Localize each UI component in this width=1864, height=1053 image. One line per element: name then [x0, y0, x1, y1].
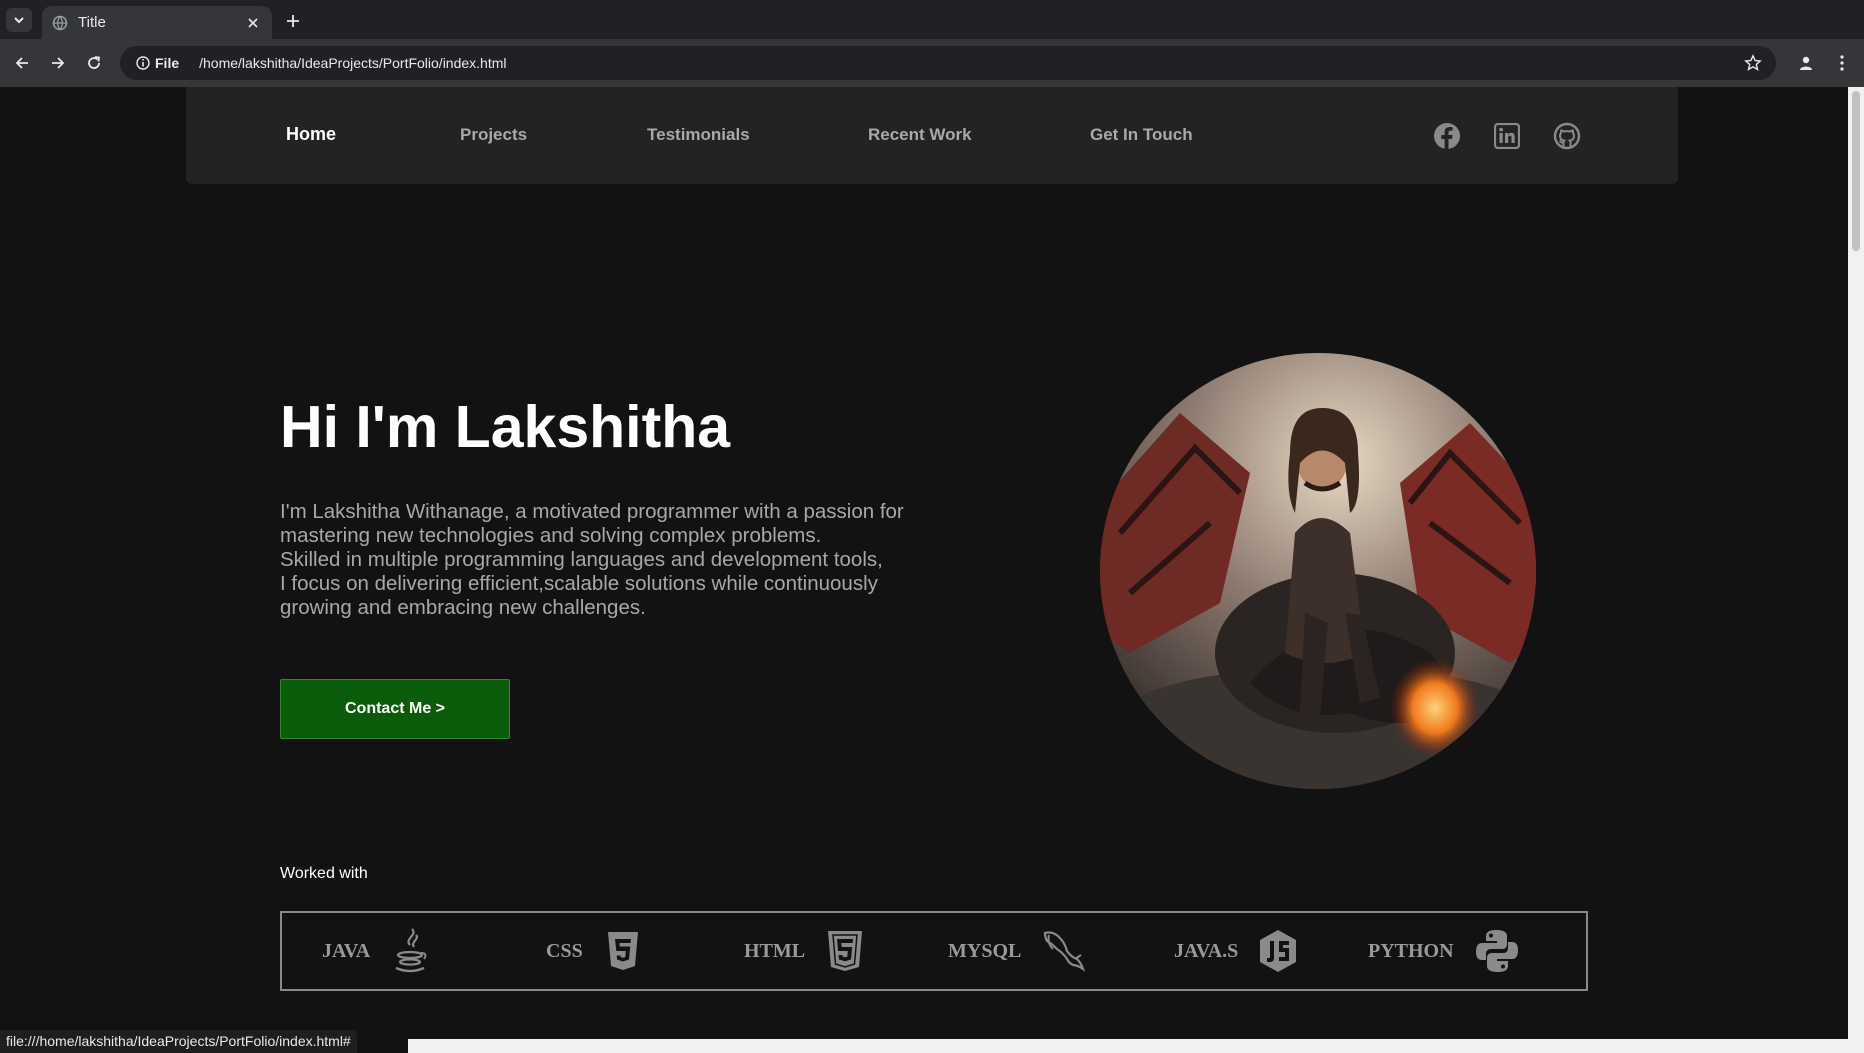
- site-navbar: Home Projects Testimonials Recent Work G…: [186, 87, 1678, 184]
- java-icon: [390, 928, 430, 974]
- browser-toolbar: File /home/lakshitha/IdeaProjects/PortFo…: [0, 39, 1864, 87]
- site-info-label: File: [155, 55, 180, 71]
- nav-link-get-in-touch[interactable]: Get In Touch: [1090, 125, 1193, 145]
- status-bar-url: file:///home/lakshitha/IdeaProjects/Port…: [0, 1030, 357, 1053]
- nav-link-testimonials[interactable]: Testimonials: [647, 125, 750, 145]
- skill-item: MYSQL: [948, 913, 1087, 989]
- plus-icon: [287, 15, 299, 27]
- hero-description: I'm Lakshitha Withanage, a motivated pro…: [280, 500, 960, 620]
- tab-title: Title: [78, 14, 106, 31]
- url-text[interactable]: /home/lakshitha/IdeaProjects/PortFolio/i…: [199, 55, 506, 71]
- vertical-scrollbar[interactable]: [1848, 87, 1864, 1053]
- mysql-dolphin-icon: [1041, 928, 1087, 974]
- linkedin-icon[interactable]: [1492, 121, 1522, 151]
- github-icon[interactable]: [1552, 121, 1582, 151]
- profile-button[interactable]: [1794, 51, 1818, 75]
- hero-description-line: growing and embracing new challenges.: [280, 596, 646, 619]
- reload-button[interactable]: [82, 51, 106, 75]
- arrow-left-icon: [15, 57, 28, 69]
- worked-with-label: Worked with: [280, 865, 368, 882]
- skill-label: MYSQL: [948, 939, 1022, 962]
- person-icon: [1800, 56, 1812, 70]
- contact-me-button[interactable]: Contact Me >: [280, 679, 510, 739]
- html5-icon: [825, 928, 865, 974]
- javascript-icon: [1258, 928, 1298, 974]
- nav-link-recent-work[interactable]: Recent Work: [868, 125, 972, 145]
- skill-label: HTML: [744, 939, 806, 962]
- skill-item: CSS: [546, 913, 643, 989]
- browser-tab[interactable]: Title: [42, 6, 272, 39]
- profile-portrait-image: [1100, 353, 1536, 789]
- reload-icon: [88, 56, 101, 69]
- skill-label: CSS: [546, 939, 583, 962]
- scrollbar-thumb[interactable]: [1852, 91, 1860, 251]
- chevron-down-icon: [14, 17, 24, 24]
- skill-label: JAVA.S: [1174, 939, 1239, 962]
- globe-icon: [52, 15, 68, 31]
- hero-description-line: I focus on delivering efficient,scalable…: [280, 572, 878, 595]
- site-info-button[interactable]: File: [130, 50, 185, 76]
- browser-tab-strip: Title: [0, 0, 1864, 39]
- skill-label: JAVA: [322, 939, 371, 962]
- css3-icon: [603, 928, 643, 974]
- nav-link-home[interactable]: Home: [286, 124, 336, 145]
- skill-label: PYTHON: [1368, 939, 1454, 962]
- address-bar[interactable]: File /home/lakshitha/IdeaProjects/PortFo…: [120, 46, 1776, 80]
- hero-description-line: mastering new technologies and solving c…: [280, 524, 822, 547]
- back-button[interactable]: [10, 51, 34, 75]
- page-viewport: Home Projects Testimonials Recent Work G…: [0, 87, 1848, 1053]
- horizontal-scrollbar[interactable]: [408, 1039, 1848, 1053]
- skill-item: JAVA: [322, 913, 430, 989]
- new-tab-button[interactable]: [281, 9, 305, 33]
- bookmark-star-icon[interactable]: [1744, 54, 1762, 72]
- info-icon: [136, 56, 150, 70]
- hero-description-line: I'm Lakshitha Withanage, a motivated pro…: [280, 500, 904, 523]
- hero-title: Hi I'm Lakshitha: [280, 394, 731, 460]
- arrow-right-icon: [52, 57, 65, 69]
- skills-strip: JAVA CSS HTML MYSQL JAVA.S PYTHON: [280, 911, 1588, 991]
- nav-link-projects[interactable]: Projects: [460, 125, 527, 145]
- forward-button[interactable]: [46, 51, 70, 75]
- hero-description-line: Skilled in multiple programming language…: [280, 548, 883, 571]
- skill-item: HTML: [744, 913, 865, 989]
- skill-item: JAVA.S: [1174, 913, 1298, 989]
- python-icon: [1474, 928, 1520, 974]
- close-tab-icon[interactable]: [244, 14, 262, 32]
- browser-menu-button[interactable]: [1830, 51, 1854, 75]
- facebook-icon[interactable]: [1432, 121, 1462, 151]
- tab-search-button[interactable]: [6, 8, 32, 32]
- skill-item: PYTHON: [1368, 913, 1520, 989]
- kebab-menu-icon: [1840, 55, 1844, 71]
